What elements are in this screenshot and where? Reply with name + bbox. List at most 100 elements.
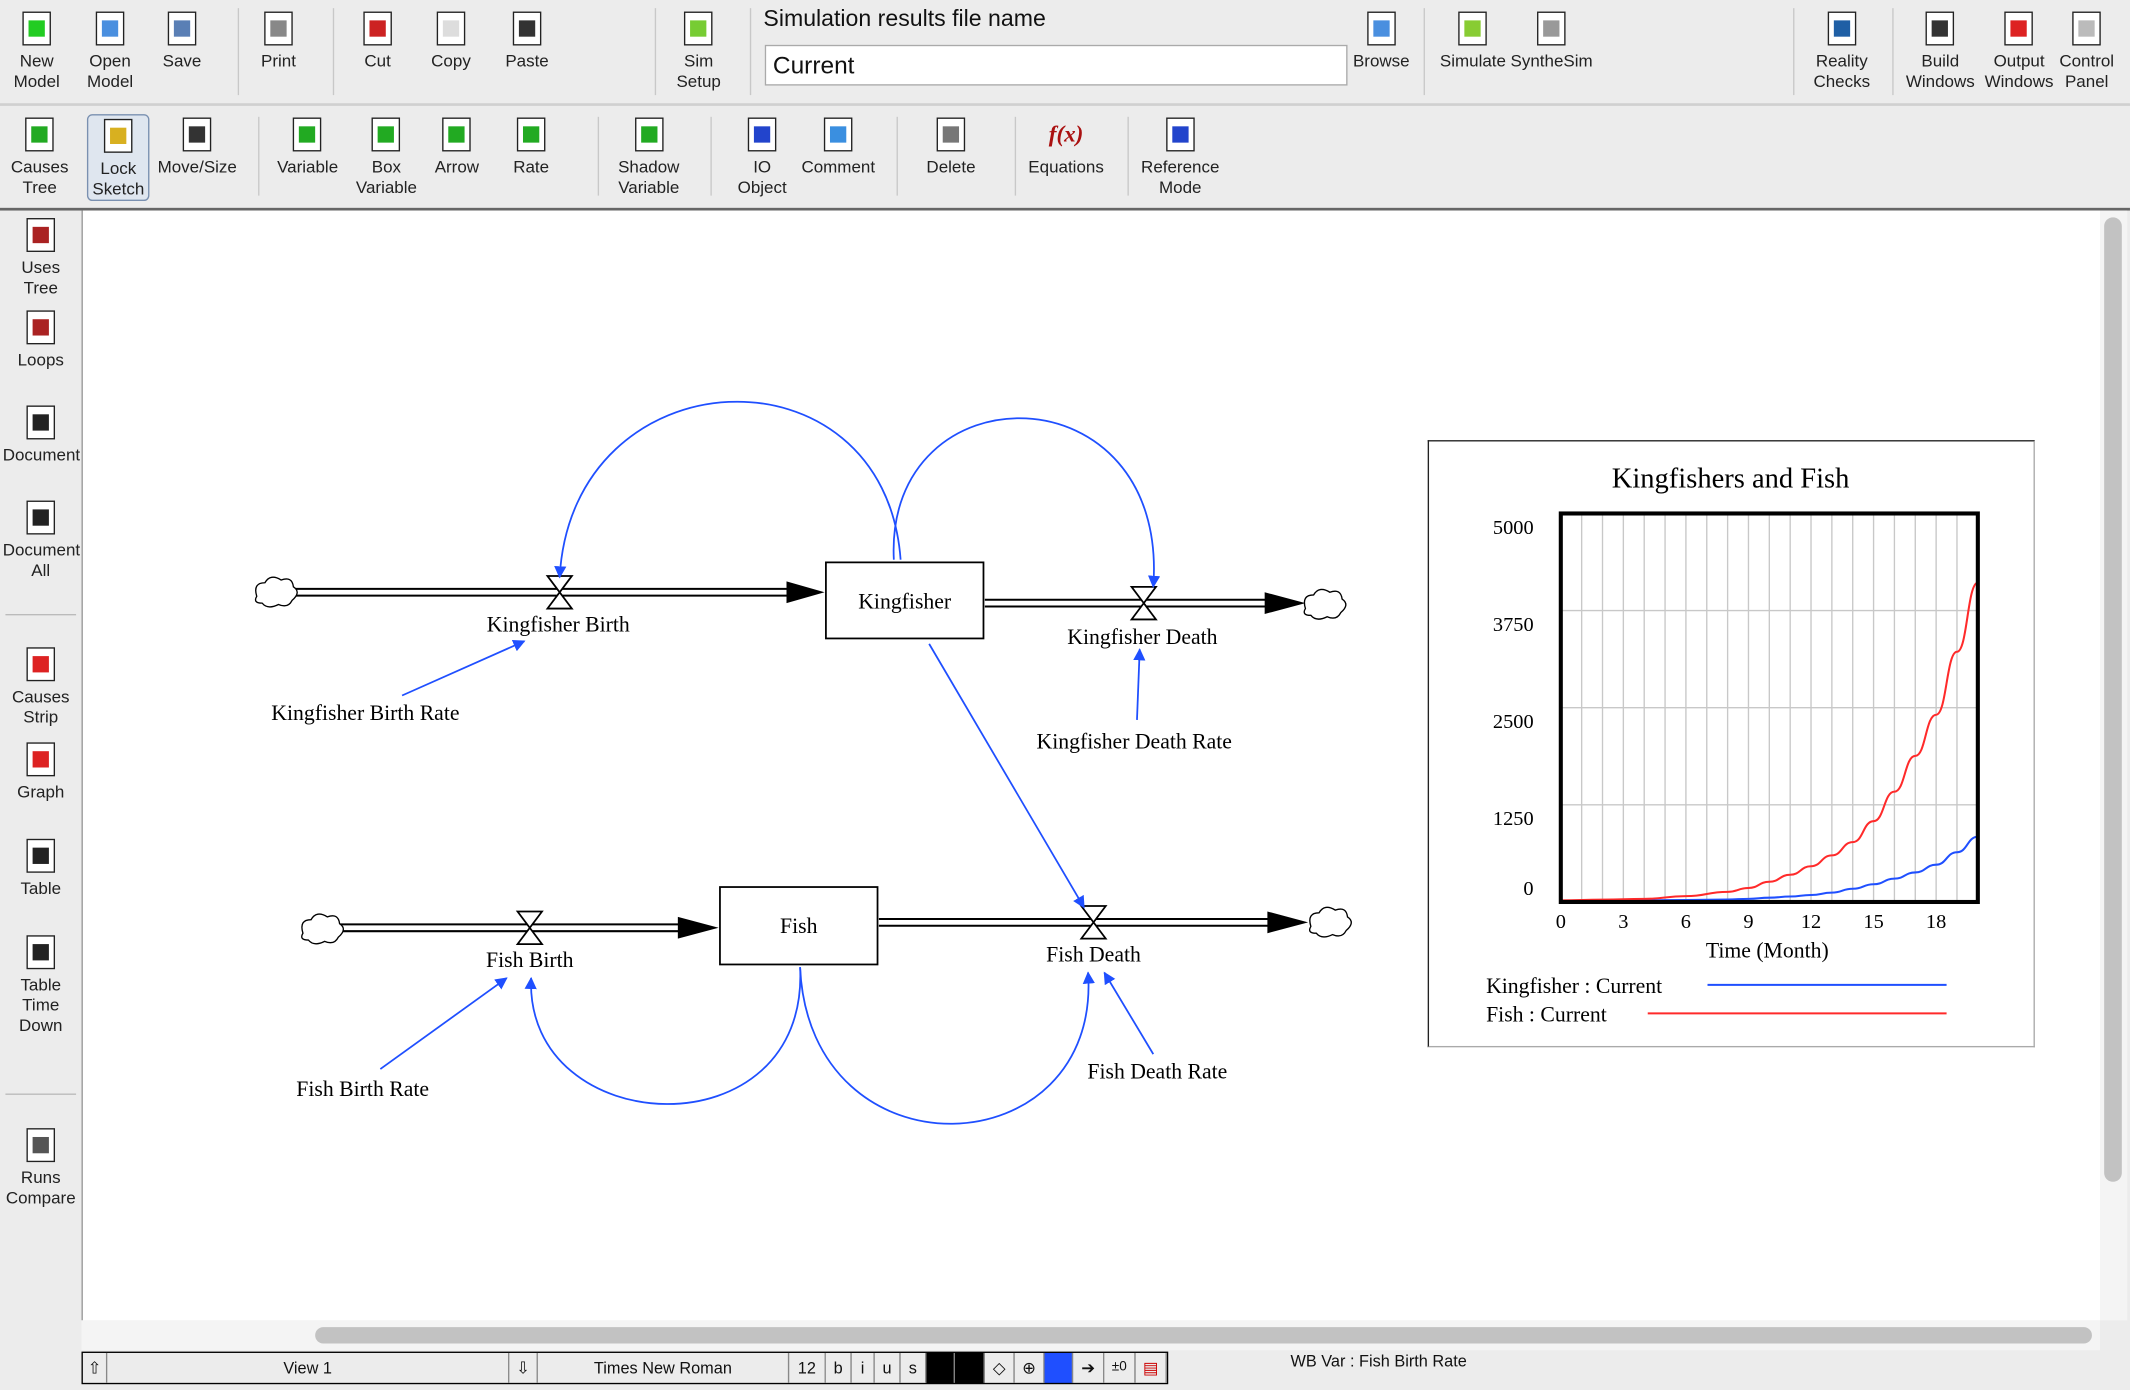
horizontal-scroll-thumb[interactable]: [315, 1327, 2092, 1344]
y-tick-label: 2500: [1493, 711, 1534, 733]
toolbar-button-rate[interactable]: Rate: [511, 114, 552, 178]
toolbar-button-new-model[interactable]: New Model: [14, 8, 60, 92]
toolbar-button-box-variable[interactable]: Box Variable: [356, 114, 417, 198]
legend-label: Kingfisher : Current: [1486, 974, 1662, 998]
auxiliary-variable[interactable]: Fish Death Rate: [1087, 1060, 1227, 1084]
flow-label[interactable]: Kingfisher Death: [1067, 625, 1217, 649]
vertical-scroll-thumb[interactable]: [2104, 217, 2122, 1182]
toolbar-button-open-model[interactable]: Open Model: [87, 8, 133, 92]
toolbar-button-arrow[interactable]: Arrow: [435, 114, 479, 178]
toolbar-button-shadow-variable[interactable]: Shadow Variable: [618, 114, 679, 198]
strikethrough-button[interactable]: s: [900, 1352, 927, 1383]
variable-icon: [287, 114, 328, 155]
causal-link[interactable]: [554, 401, 902, 579]
toolbar-button-synthesim[interactable]: SyntheSim: [1511, 8, 1593, 72]
auxiliary-variable[interactable]: Kingfisher Death Rate: [1037, 729, 1232, 753]
sim-results-input[interactable]: Current: [764, 44, 1348, 86]
button-label: Rate: [513, 157, 550, 177]
flow-valve[interactable]: [1079, 905, 1108, 940]
toolbar-separator: [332, 8, 335, 96]
causal-link[interactable]: [1103, 971, 1155, 1055]
toolbar-button-uses-tree[interactable]: Uses Tree: [3, 215, 79, 299]
toolbar-button-lock-sketch[interactable]: Lock Sketch: [86, 114, 150, 202]
horizontal-scrollbar[interactable]: [81, 1320, 2101, 1351]
number-format-icon[interactable]: ±0: [1104, 1352, 1136, 1383]
view-selector[interactable]: View 1: [107, 1352, 510, 1383]
sim-results-label: Simulation results file name: [763, 5, 1046, 32]
toolbar-button-table[interactable]: Table: [3, 835, 79, 899]
toolbar-button-save[interactable]: Save: [162, 8, 203, 72]
toolbar-button-runs-compare[interactable]: Runs Compare: [3, 1125, 79, 1209]
toolbar-button-output-windows[interactable]: Output Windows: [1985, 8, 2054, 92]
toolbar-button-paste[interactable]: Paste: [505, 8, 549, 72]
open-folder-icon: [90, 8, 131, 49]
causal-link[interactable]: [799, 967, 1095, 1125]
flow-label[interactable]: Fish Death: [1046, 943, 1141, 967]
button-label: Causes Tree: [10, 157, 69, 197]
toolbar-button-io-object[interactable]: IO Object: [738, 114, 787, 198]
toolbar-button-equations[interactable]: f(x) Equations: [1028, 114, 1104, 178]
button-label: New Model: [13, 51, 60, 92]
flow-label[interactable]: Fish Birth: [486, 948, 574, 972]
toolbar-button-table-time-down[interactable]: Table Time Down: [3, 932, 79, 1037]
x-tick-label: 0: [1556, 911, 1566, 933]
position-icon[interactable]: ⊕: [1014, 1352, 1045, 1383]
button-label: Document All: [2, 540, 81, 581]
toolbar-button-copy[interactable]: Copy: [431, 8, 472, 72]
italic-button[interactable]: i: [851, 1352, 875, 1383]
toolbar-button-reference-mode[interactable]: Reference Mode: [1141, 114, 1219, 198]
toolbar-button-simulate[interactable]: Simulate: [1440, 8, 1506, 72]
toolbar-button-causes-tree[interactable]: Causes Tree: [10, 114, 69, 198]
graph-panel[interactable]: Kingfishers and Fish 5000 3750 2500 1250 0 0 3…: [1427, 440, 2035, 1048]
toolbar-button-graph[interactable]: Graph: [3, 739, 79, 803]
toolbar-button-control-panel[interactable]: Control Panel: [2059, 8, 2114, 92]
causal-link[interactable]: [401, 640, 526, 697]
view-up-button[interactable]: ⇧: [82, 1352, 108, 1383]
auxiliary-variable[interactable]: Kingfisher Birth Rate: [271, 701, 459, 725]
causal-link[interactable]: [1133, 648, 1146, 720]
flow-valve[interactable]: [545, 575, 574, 610]
shape-icon[interactable]: ◇: [984, 1352, 1015, 1383]
toolbar-separator: [237, 8, 240, 96]
auxiliary-variable[interactable]: Fish Birth Rate: [296, 1077, 429, 1101]
text-color-button[interactable]: [926, 1352, 955, 1383]
options-icon[interactable]: ▤: [1135, 1352, 1167, 1383]
lock-icon: [98, 115, 139, 156]
font-size[interactable]: 12: [789, 1352, 826, 1383]
causal-link[interactable]: [928, 643, 1085, 909]
vertical-scrollbar[interactable]: [2100, 210, 2128, 1321]
toolbar-button-move-size[interactable]: Move/Size: [158, 114, 237, 178]
toolbar-button-browse[interactable]: Browse: [1353, 8, 1410, 72]
comment-icon: [818, 114, 859, 155]
underline-button[interactable]: u: [874, 1352, 901, 1383]
toolbar-separator: [597, 116, 600, 196]
toolbar-button-variable[interactable]: Variable: [277, 114, 338, 178]
bold-button[interactable]: b: [825, 1352, 852, 1383]
flow-valve[interactable]: [515, 910, 544, 945]
toolbar-button-reality-checks[interactable]: Reality Checks: [1813, 8, 1870, 92]
view-down-button[interactable]: ⇩: [509, 1352, 538, 1383]
toolbar-button-document-all[interactable]: Document All: [2, 497, 81, 581]
box-color-button[interactable]: [956, 1352, 985, 1383]
y-tick-label: 5000: [1493, 517, 1534, 539]
toolbar-button-causes-strip[interactable]: Causes Strip: [3, 644, 79, 728]
causal-link[interactable]: [524, 967, 802, 1105]
flow-label[interactable]: Kingfisher Birth: [487, 613, 630, 637]
toolbar-button-loops[interactable]: Loops: [3, 307, 79, 371]
toolbar-button-build-windows[interactable]: Build Windows: [1906, 8, 1975, 92]
toolbar-button-document[interactable]: Document: [3, 402, 80, 466]
toolbar-button-cut[interactable]: Cut: [357, 8, 398, 72]
toolbar-button-print[interactable]: Print: [258, 8, 299, 72]
toolbar-button-comment[interactable]: Comment: [801, 114, 875, 178]
y-tick-label: 3750: [1493, 614, 1534, 636]
font-selector[interactable]: Times New Roman: [537, 1352, 790, 1383]
button-label: Sim Setup: [676, 51, 721, 92]
arrow-style-icon[interactable]: ➔: [1073, 1352, 1105, 1383]
causal-link[interactable]: [379, 977, 508, 1070]
toolbar-button-delete[interactable]: Delete: [926, 114, 976, 178]
stock-label: Fish: [780, 914, 818, 938]
toolbar-button-sim-setup[interactable]: Sim Setup: [676, 8, 721, 92]
flow-valve[interactable]: [1129, 585, 1158, 621]
arrow-color-button[interactable]: [1044, 1352, 1074, 1383]
button-label: Cut: [364, 51, 391, 71]
